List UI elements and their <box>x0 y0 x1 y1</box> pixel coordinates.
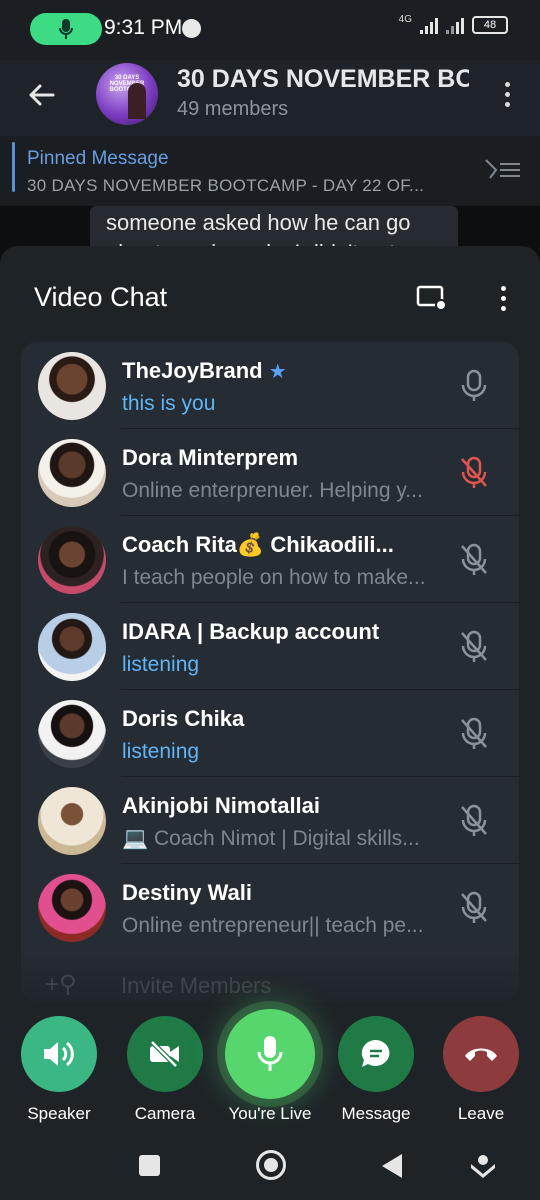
signal-icon <box>420 16 438 34</box>
avatar <box>38 874 106 942</box>
active-call-indicator[interactable] <box>30 13 102 45</box>
video-chat-sheet: Video Chat TheJoyBrand ★ this is you Dor… <box>0 246 540 1200</box>
network-type: 4G <box>398 13 412 25</box>
battery-icon: 48 <box>472 16 508 34</box>
participant-row[interactable]: Destiny Wali Online entrepreneur|| teach… <box>21 864 519 951</box>
group-title[interactable]: 30 DAYS NOVEMBER BOOTCAMP <box>177 65 469 94</box>
microphone-muted-icon[interactable] <box>459 630 489 664</box>
participant-row[interactable]: Coach Rita💰 Chikaodili... I teach people… <box>21 516 519 603</box>
add-user-icon: +⚲ <box>45 971 77 998</box>
more-options-icon[interactable] <box>505 82 510 107</box>
camera-button[interactable]: Camera <box>110 1016 220 1124</box>
participant-name: Akinjobi Nimotallai <box>122 793 321 818</box>
sheet-more-icon[interactable] <box>501 286 506 311</box>
live-mic-button[interactable]: You're Live <box>215 1009 325 1124</box>
status-bar: 9:31 PM 4G 48 <box>0 0 540 60</box>
camera-off-icon <box>127 1016 203 1092</box>
star-icon: ★ <box>268 361 287 383</box>
participant-status: this is you <box>122 392 216 415</box>
system-nav-bar <box>0 1134 540 1200</box>
invite-members-button[interactable]: Invite Members <box>121 973 271 999</box>
avatar <box>38 613 106 681</box>
group-avatar[interactable]: 30 DAYS NOVEMBER BOOTCAMP <box>96 63 158 125</box>
microphone-muted-icon[interactable] <box>459 717 489 751</box>
status-dot-icon <box>182 19 201 38</box>
message-label: Message <box>341 1104 411 1123</box>
speaker-icon <box>21 1016 97 1092</box>
avatar <box>38 787 106 855</box>
participant-name: Dora Minterprem <box>122 445 299 470</box>
message-line: someone asked how he can go <box>106 210 411 235</box>
message-icon <box>338 1016 414 1092</box>
pinned-title: Pinned Message <box>27 148 169 169</box>
live-label: You're Live <box>228 1104 312 1123</box>
back-arrow-icon[interactable] <box>26 80 56 110</box>
participant-row[interactable]: Doris Chika listening <box>21 690 519 777</box>
member-count: 49 members <box>177 98 289 120</box>
avatar <box>38 439 106 507</box>
participant-name: IDARA | Backup account <box>122 619 380 644</box>
avatar <box>38 352 106 420</box>
participant-status: Online entrepreneur|| teach pe... <box>122 914 424 937</box>
wifi-signal-icon <box>446 16 464 34</box>
participant-status: 💻 Coach Nimot | Digital skills... <box>122 827 420 850</box>
clock: 9:31 PM <box>104 16 183 39</box>
pinned-indicator <box>12 142 15 192</box>
participant-name: Destiny Wali <box>122 880 252 905</box>
participant-row[interactable]: Dora Minterprem Online enterprenuer. Hel… <box>21 429 519 516</box>
pinned-message-bar[interactable]: Pinned Message 30 DAYS NOVEMBER BOOTCAMP… <box>0 136 540 206</box>
camera-label: Camera <box>134 1104 196 1123</box>
recent-apps-icon[interactable] <box>139 1155 160 1176</box>
participant-status: listening <box>122 740 200 763</box>
participant-status: listening <box>122 653 200 676</box>
microphone-muted-icon[interactable] <box>459 804 489 838</box>
battery-level: 48 <box>483 19 497 31</box>
microphone-muted-icon[interactable] <box>459 543 489 577</box>
participant-row[interactable]: TheJoyBrand ★ this is you <box>21 342 519 429</box>
speaker-button[interactable]: Speaker <box>4 1016 114 1124</box>
participant-row[interactable]: Akinjobi Nimotallai 💻 Coach Nimot | Digi… <box>21 777 519 864</box>
microphone-icon <box>59 19 73 39</box>
participant-status: Online enterprenuer. Helping y... <box>122 479 423 502</box>
participant-list: TheJoyBrand ★ this is you Dora Minterpre… <box>21 342 519 1002</box>
leave-label: Leave <box>457 1104 505 1123</box>
leave-button[interactable]: Leave <box>426 1016 536 1124</box>
avatar <box>38 700 106 768</box>
pin-list-icon[interactable] <box>484 158 522 182</box>
assistant-icon[interactable] <box>470 1152 496 1180</box>
speaker-label: Speaker <box>27 1104 91 1123</box>
sheet-title: Video Chat <box>34 282 168 312</box>
participant-status: I teach people on how to make... <box>122 566 426 589</box>
participant-name: TheJoyBrand <box>122 358 263 383</box>
participant-name: Doris Chika <box>122 706 245 731</box>
chat-header: 30 DAYS NOVEMBER BOOTCAMP 30 DAYS NOVEMB… <box>0 60 540 136</box>
phone-hangup-icon <box>443 1016 519 1092</box>
microphone-muted-icon[interactable] <box>459 456 489 490</box>
back-icon[interactable] <box>382 1154 402 1178</box>
participant-row[interactable]: IDARA | Backup account listening <box>21 603 519 690</box>
message-button[interactable]: Message <box>321 1016 431 1124</box>
participant-name: Coach Rita💰 Chikaodili... <box>122 532 394 557</box>
microphone-icon[interactable] <box>459 369 489 403</box>
avatar <box>38 526 106 594</box>
home-icon[interactable] <box>256 1150 286 1180</box>
microphone-muted-icon[interactable] <box>459 891 489 925</box>
pinned-text: 30 DAYS NOVEMBER BOOTCAMP - DAY 22 OF... <box>27 176 425 195</box>
microphone-icon <box>225 1009 315 1099</box>
screen-share-icon[interactable] <box>416 285 448 311</box>
